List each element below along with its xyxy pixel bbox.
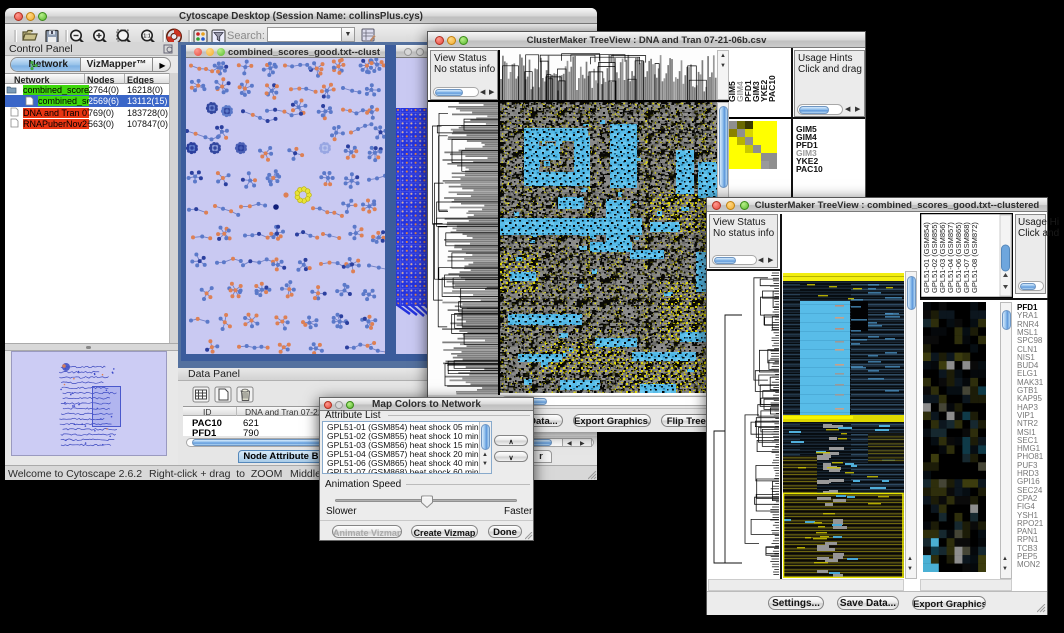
svg-text:GPL51-08 (GSM872): GPL51-08 (GSM872): [970, 222, 979, 293]
svg-text:PAC10: PAC10: [767, 75, 777, 102]
svg-text:1:1: 1:1: [143, 34, 150, 40]
